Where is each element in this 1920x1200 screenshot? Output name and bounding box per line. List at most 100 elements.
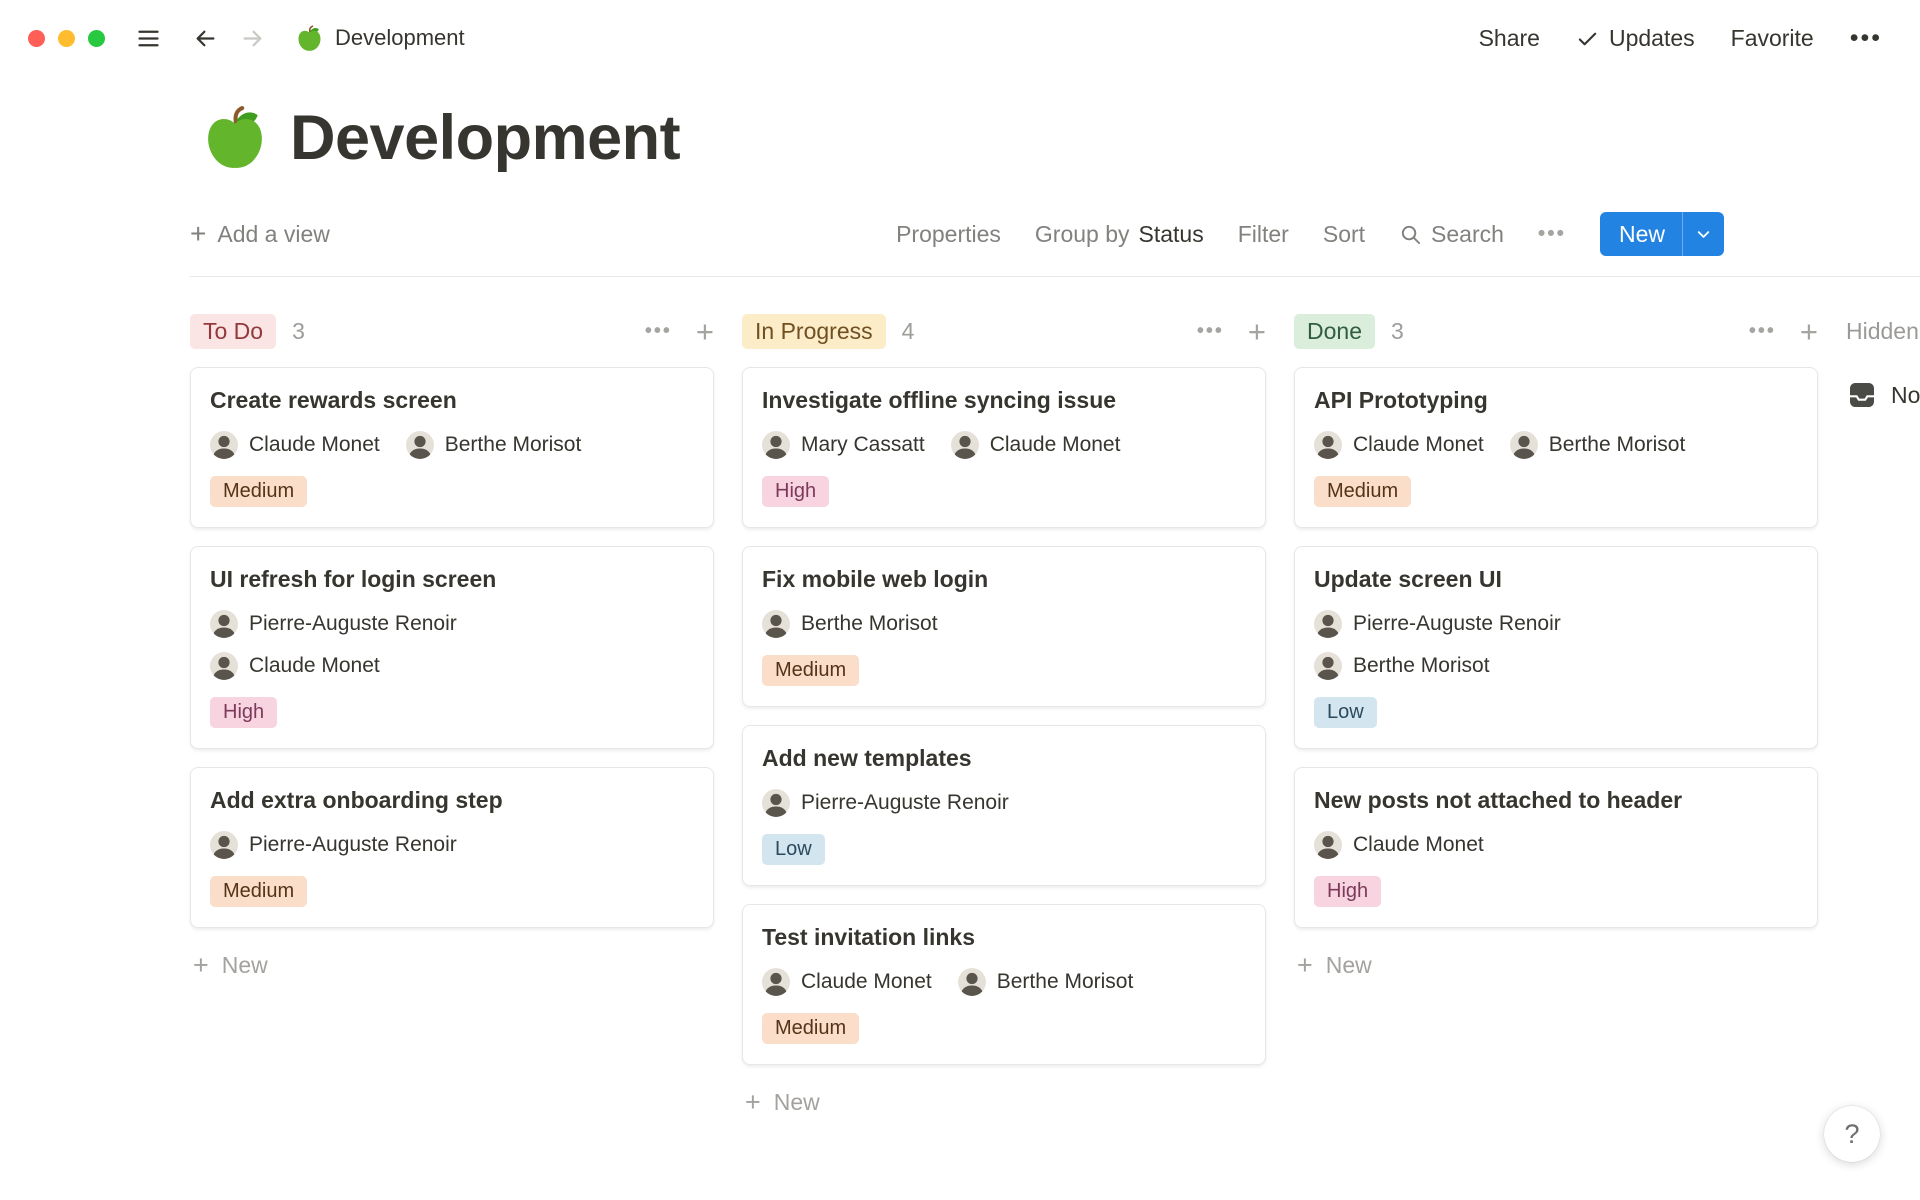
board-column-done: Done 3 ••• + API Prototyping Claude Mone… [1294,311,1818,979]
priority-badge: Medium [210,476,307,507]
column-add-icon[interactable]: + [1248,316,1266,347]
avatar [958,968,986,996]
group-by-button[interactable]: Group by Status [1035,221,1204,248]
assignee: Berthe Morisot [1314,652,1490,680]
column-status-badge[interactable]: To Do [190,314,276,349]
group-by-label: Group by [1035,221,1130,248]
share-button[interactable]: Share [1479,25,1540,52]
card-title: API Prototyping [1314,386,1798,416]
priority-badge: High [762,476,829,507]
column-more-icon[interactable]: ••• [645,320,672,343]
board-column-in-progress: In Progress 4 ••• + Investigate offline … [742,311,1266,1116]
window-more-icon[interactable]: ••• [1850,24,1882,53]
column-count: 3 [1391,318,1404,345]
add-card-label: New [222,952,268,979]
avatar [1314,652,1342,680]
card[interactable]: Add new templates Pierre-Auguste Renoir … [742,725,1266,886]
column-status-badge[interactable]: Done [1294,314,1375,349]
minimize-window-button[interactable] [58,30,75,47]
assignee-name: Claude Monet [1353,433,1484,457]
add-card-button[interactable]: + New [742,1089,1266,1116]
forward-icon[interactable] [239,25,266,52]
avatar [762,431,790,459]
avatar [1314,831,1342,859]
view-more-icon[interactable]: ••• [1538,222,1566,246]
card[interactable]: Fix mobile web login Berthe Morisot Medi… [742,546,1266,707]
assignee: Mary Cassatt [762,431,925,459]
close-window-button[interactable] [28,30,45,47]
card[interactable]: UI refresh for login screen Pierre-Augus… [190,546,714,749]
card-assignees: Pierre-Auguste Renoir Claude Monet [210,610,694,680]
page-icon-apple-large[interactable] [202,105,268,171]
card-assignees: Pierre-Auguste Renoir [210,831,694,859]
back-icon[interactable] [192,25,219,52]
hidden-columns-section: Hidden No Status [1846,311,1920,411]
card[interactable]: New posts not attached to header Claude … [1294,767,1818,928]
assignee: Berthe Morisot [406,431,582,459]
card[interactable]: Test invitation links Claude Monet Berth… [742,904,1266,1065]
assignee-name: Claude Monet [249,433,380,457]
avatar [210,610,238,638]
sort-button[interactable]: Sort [1323,221,1365,248]
plus-icon: + [745,1089,761,1116]
column-more-icon[interactable]: ••• [1749,320,1776,343]
add-card-label: New [1326,952,1372,979]
assignee-name: Pierre-Auguste Renoir [1353,612,1561,636]
card-assignees: Claude Monet Berthe Morisot [762,968,1246,996]
assignee-name: Berthe Morisot [997,970,1134,994]
kanban-board: To Do 3 ••• + Create rewards screen Clau… [0,277,1920,1116]
assignee-name: Berthe Morisot [1353,654,1490,678]
window-titlebar: Development Share Updates Favorite ••• [0,0,1920,76]
filter-button[interactable]: Filter [1238,221,1289,248]
properties-button[interactable]: Properties [896,221,1001,248]
zoom-window-button[interactable] [88,30,105,47]
assignee-name: Berthe Morisot [1549,433,1686,457]
priority-badge: Medium [762,655,859,686]
assignee: Pierre-Auguste Renoir [1314,610,1561,638]
column-more-icon[interactable]: ••• [1197,320,1224,343]
board-column-todo: To Do 3 ••• + Create rewards screen Clau… [190,311,714,979]
assignee-name: Mary Cassatt [801,433,925,457]
add-card-button[interactable]: + New [190,952,714,979]
updates-button[interactable]: Updates [1576,25,1695,52]
favorite-button[interactable]: Favorite [1731,25,1814,52]
breadcrumb[interactable]: Development [296,25,465,52]
column-actions: ••• + [1197,316,1266,347]
priority-badge: Medium [762,1013,859,1044]
avatar [1314,610,1342,638]
hidden-group-no-status[interactable]: No Status [1846,379,1920,411]
card[interactable]: Add extra onboarding step Pierre-Auguste… [190,767,714,928]
column-count: 4 [902,318,915,345]
card[interactable]: Update screen UI Pierre-Auguste Renoir B… [1294,546,1818,749]
avatar [762,610,790,638]
column-actions: ••• + [1749,316,1818,347]
help-icon: ? [1844,1119,1859,1150]
assignee-name: Berthe Morisot [445,433,582,457]
new-dropdown-chevron[interactable] [1682,212,1724,256]
column-cards: API Prototyping Claude Monet Berthe Mori… [1294,367,1818,928]
column-status-badge[interactable]: In Progress [742,314,886,349]
card[interactable]: Create rewards screen Claude Monet Berth… [190,367,714,528]
search-button[interactable]: Search [1399,221,1504,248]
card[interactable]: API Prototyping Claude Monet Berthe Mori… [1294,367,1818,528]
add-view-button[interactable]: + Add a view [190,218,330,250]
column-header: In Progress 4 ••• + [742,311,1266,351]
add-view-label: Add a view [217,221,330,248]
avatar [951,431,979,459]
sidebar-menu-icon[interactable] [135,25,162,52]
help-button[interactable]: ? [1824,1106,1880,1162]
assignee: Berthe Morisot [1510,431,1686,459]
column-actions: ••• + [645,316,714,347]
hidden-columns-label: Hidden [1846,318,1919,345]
card-title: Add extra onboarding step [210,786,694,816]
view-toolbar: + Add a view Properties Group by Status … [190,212,1724,256]
add-card-button[interactable]: + New [1294,952,1818,979]
avatar [210,431,238,459]
assignee: Pierre-Auguste Renoir [210,610,457,638]
column-add-icon[interactable]: + [1800,316,1818,347]
new-button[interactable]: New [1600,212,1724,256]
column-add-icon[interactable]: + [696,316,714,347]
card-assignees: Claude Monet Berthe Morisot [210,431,694,459]
assignee: Claude Monet [1314,431,1484,459]
card[interactable]: Investigate offline syncing issue Mary C… [742,367,1266,528]
